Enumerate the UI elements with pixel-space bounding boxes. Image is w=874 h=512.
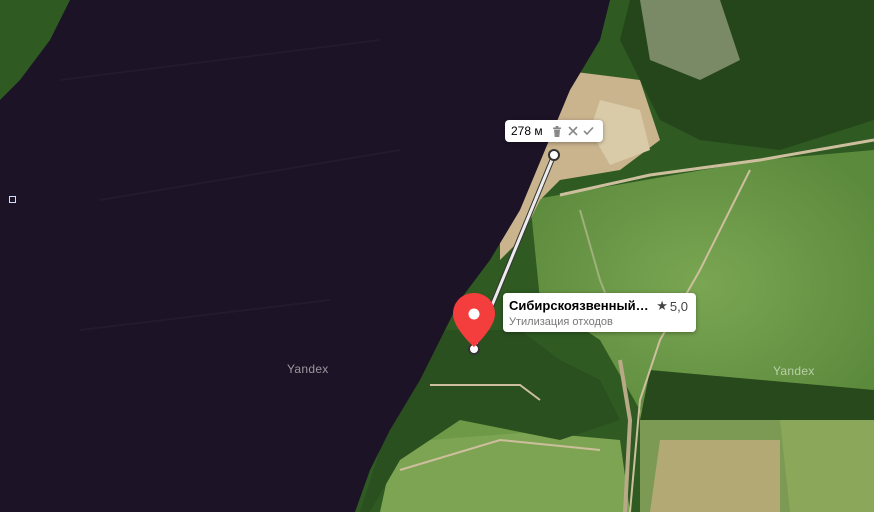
map-object-marker[interactable] <box>9 196 16 203</box>
place-name[interactable]: Сибирскоязвенный… <box>509 298 649 313</box>
close-icon[interactable] <box>565 123 581 139</box>
check-icon[interactable] <box>581 123 597 139</box>
place-rating-value: 5,0 <box>669 298 688 314</box>
map-view[interactable]: 278 м Сибирскоязвенный… ★ 5,0 Утилизация… <box>0 0 874 512</box>
place-rating: ★ 5,0 <box>656 298 688 314</box>
ruler-distance-box: 278 м <box>505 120 603 142</box>
map-watermark: Yandex <box>287 362 329 376</box>
place-card[interactable]: Сибирскоязвенный… ★ 5,0 Утилизация отход… <box>503 293 696 332</box>
star-icon: ★ <box>656 298 668 313</box>
place-category: Утилизация отходов <box>509 316 613 328</box>
map-watermark: Yandex <box>773 364 815 378</box>
place-pin-icon[interactable] <box>451 292 497 348</box>
ruler-distance-label: 278 м <box>511 124 543 138</box>
satellite-layer[interactable] <box>0 0 874 512</box>
trash-icon[interactable] <box>549 123 565 139</box>
ruler-vertex-end[interactable] <box>548 149 560 161</box>
